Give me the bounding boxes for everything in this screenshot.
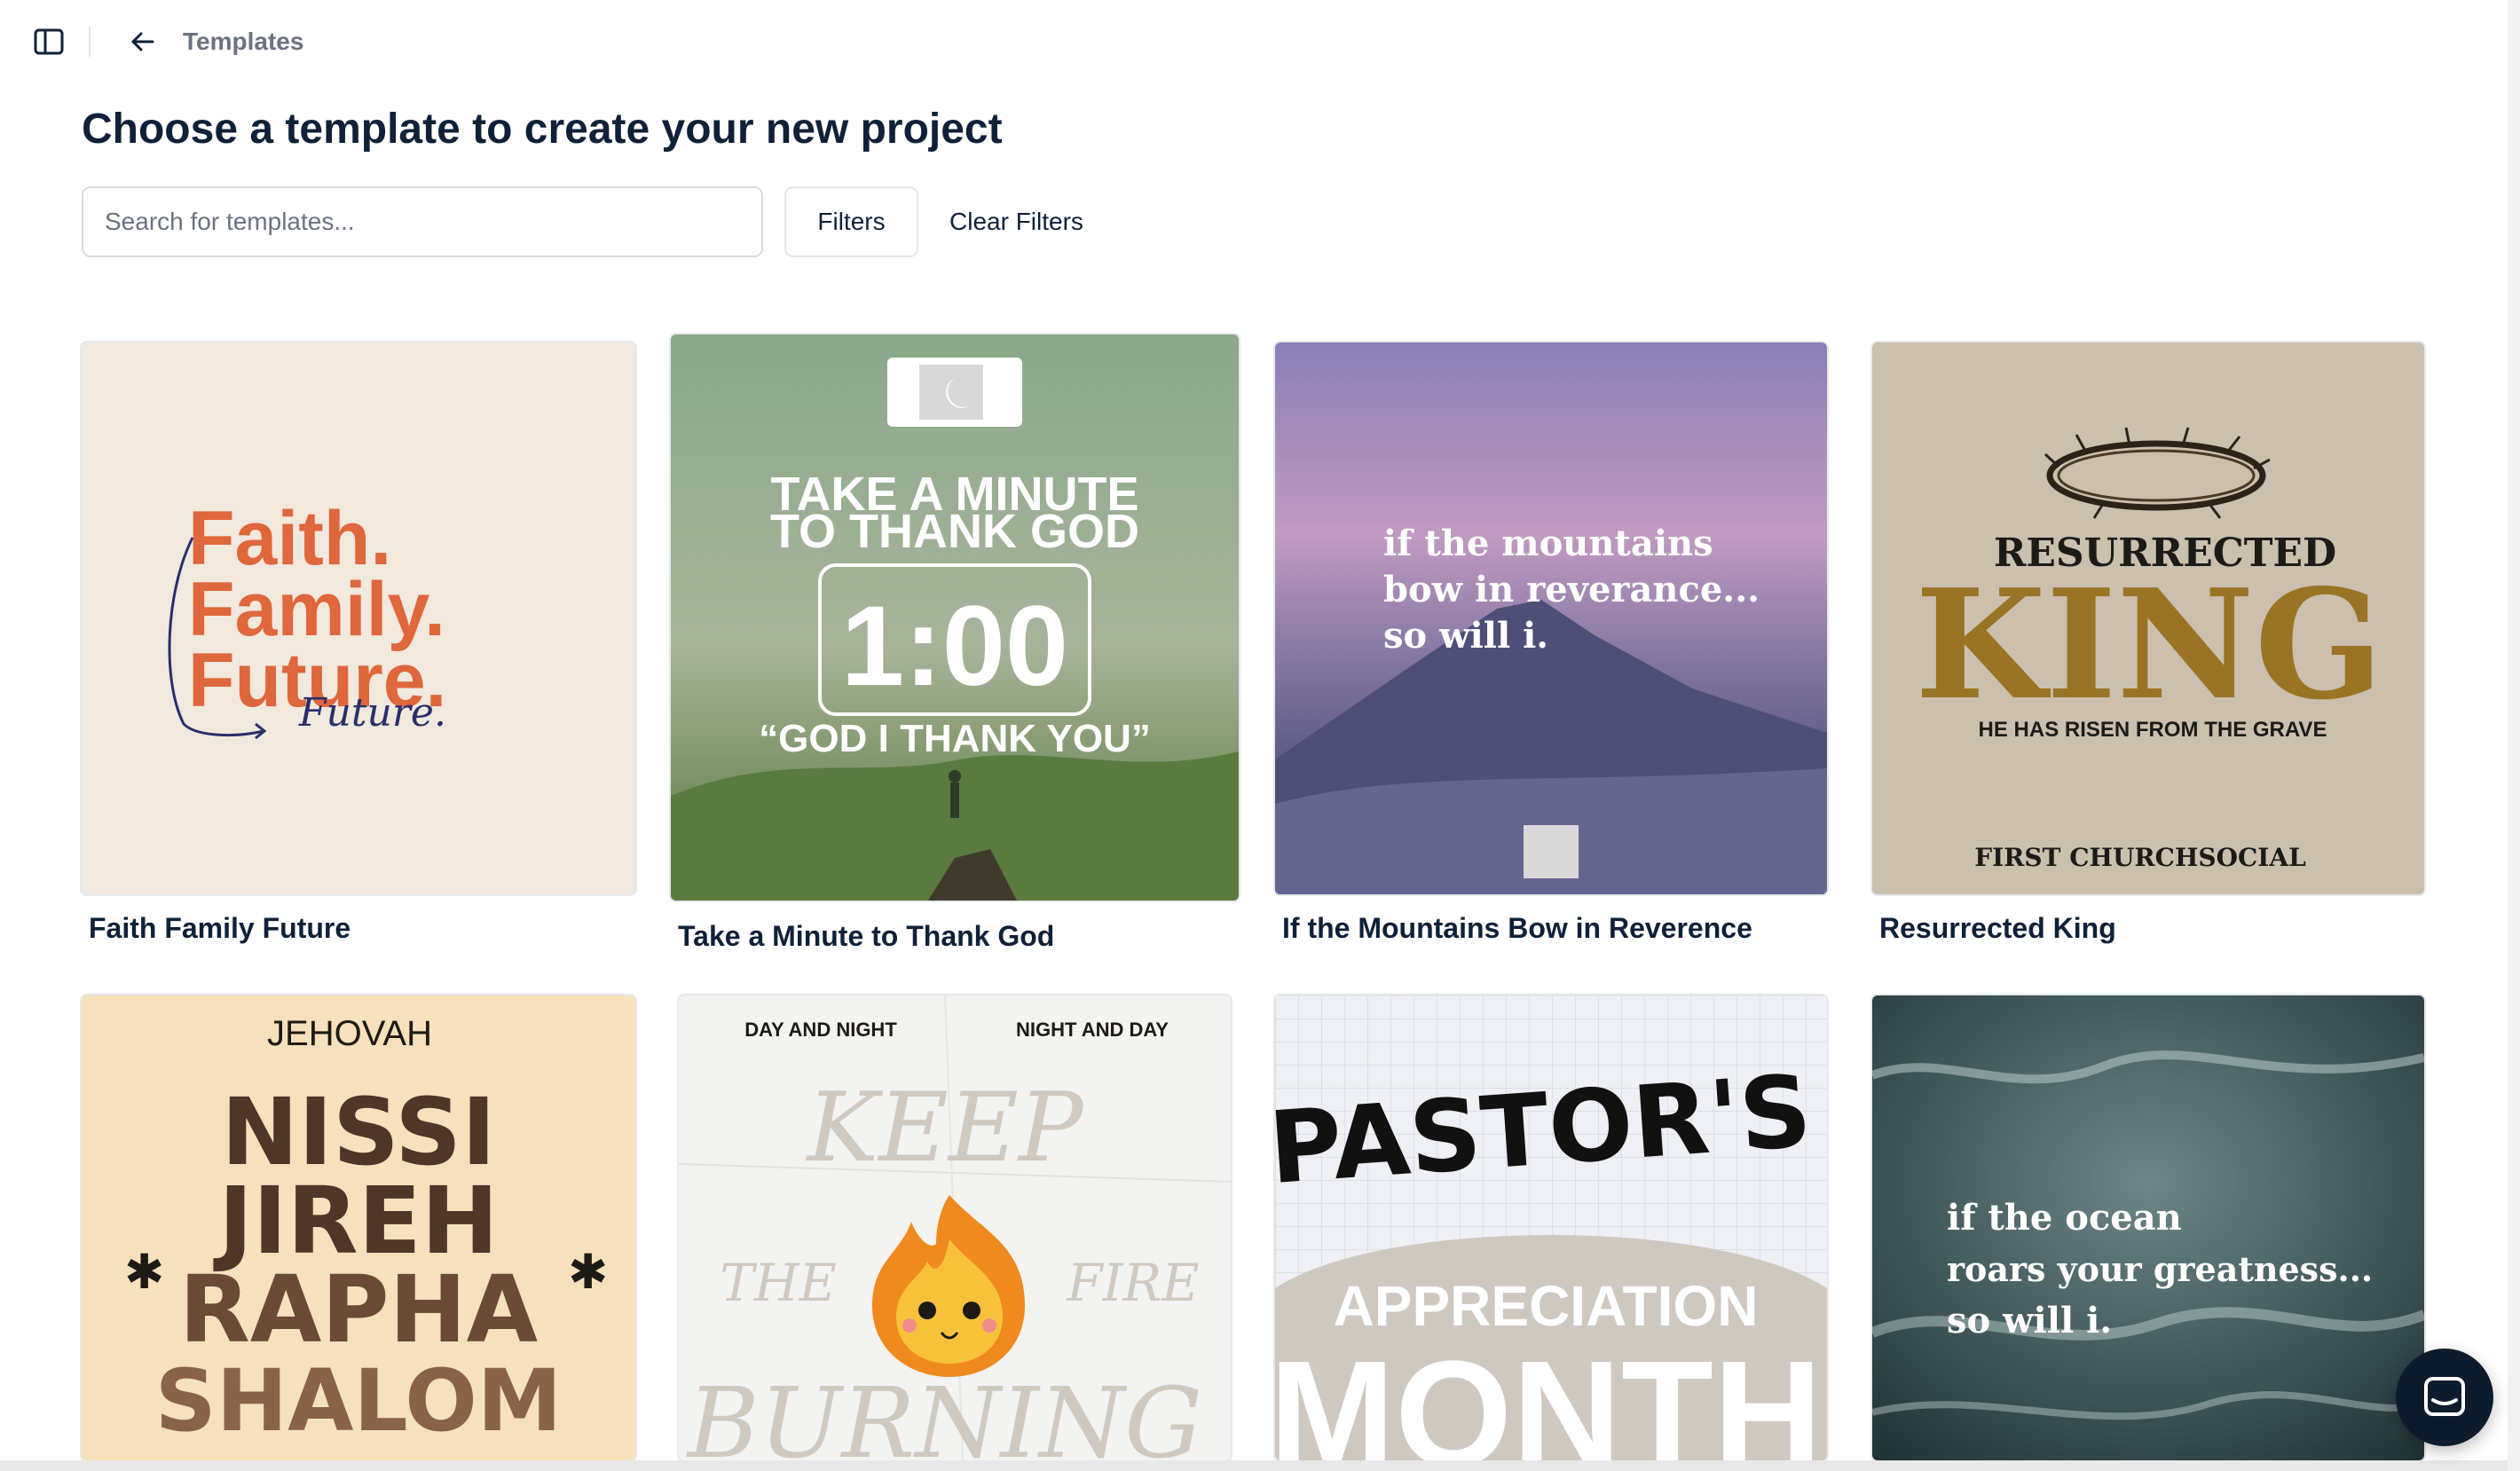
asterisk-icon: ✱ bbox=[568, 1244, 608, 1300]
toolbar-divider bbox=[89, 27, 91, 57]
template-thumbnail: if the ocean roars your greatness... so … bbox=[1872, 995, 2424, 1460]
fire-the: THE bbox=[720, 1253, 837, 1313]
jehovah-line-4: SHALOM bbox=[155, 1351, 563, 1451]
breadcrumb-templates: Templates bbox=[183, 28, 304, 55]
search-input[interactable] bbox=[82, 186, 763, 257]
template-thumbnail: Faith. Family. Future. Future. bbox=[82, 342, 635, 894]
fire-left-label: DAY AND NIGHT bbox=[744, 1019, 897, 1041]
ocean-line-3: so will i. bbox=[1947, 1300, 2112, 1341]
template-thumbnail: RESURRECTED KING HE HAS RISEN FROM THE G… bbox=[1872, 342, 2424, 894]
templates-page: { "header": { "breadcrumb": "Templates" … bbox=[0, 0, 2520, 1471]
sidebar-toggle-icon[interactable] bbox=[34, 28, 64, 55]
template-thumbnail: PASTOR'S APPRECIATION MONTH bbox=[1275, 995, 1827, 1460]
ocean-line-1: if the ocean bbox=[1947, 1197, 2182, 1239]
jehovah-line-3: RAPHA bbox=[179, 1255, 538, 1364]
minute-quote: “GOD I THANK YOU” bbox=[759, 717, 1151, 760]
filters-button[interactable]: Filters bbox=[784, 186, 918, 257]
clear-filters-button[interactable]: Clear Filters bbox=[949, 186, 1083, 257]
page-title: Choose a template to create your new pro… bbox=[82, 106, 1003, 153]
template-card-ocean[interactable]: if the ocean roars your greatness... so … bbox=[1872, 995, 2424, 1460]
minute-line-2: TO THANK GOD bbox=[770, 505, 1139, 558]
fire-keep: KEEP bbox=[805, 1073, 1084, 1184]
fire-right-label: NIGHT AND DAY bbox=[1016, 1019, 1169, 1041]
template-thumbnail: if the mountains bow in reverance... so … bbox=[1275, 342, 1827, 894]
template-label: If the Mountains Bow in Reverence bbox=[1282, 912, 1752, 944]
top-bar: Templates bbox=[0, 0, 2520, 85]
mountains-line-1: if the mountains bbox=[1383, 523, 1713, 564]
template-label: Faith Family Future bbox=[89, 912, 351, 944]
vertical-scrollbar[interactable] bbox=[2508, 0, 2520, 1471]
template-thumbnail: TAKE A MINUTE TO THANK GOD 1:00 “GOD I T… bbox=[671, 334, 1239, 901]
template-card-faith-family-future[interactable]: Faith. Family. Future. Future. Faith Fam… bbox=[82, 342, 635, 956]
pastors-bottom: MONTH bbox=[1275, 1330, 1823, 1460]
template-card-jehovah[interactable]: JEHOVAH NISSI JIREH RAPHA SHALOM ✱ ✱ bbox=[82, 995, 635, 1460]
jehovah-top: JEHOVAH bbox=[267, 1014, 432, 1053]
template-card-resurrected-king[interactable]: RESURRECTED KING HE HAS RISEN FROM THE G… bbox=[1872, 342, 2424, 956]
fire-fire: FIRE bbox=[1066, 1253, 1199, 1313]
template-card-take-a-minute[interactable]: TAKE A MINUTE TO THANK GOD 1:00 “GOD I T… bbox=[671, 334, 1239, 964]
logo-box bbox=[1524, 825, 1579, 878]
pastors-mid: APPRECIATION bbox=[1334, 1274, 1759, 1338]
template-card-mountains[interactable]: if the mountains bow in reverance... so … bbox=[1275, 342, 1827, 956]
timer-text: 1:00 bbox=[841, 583, 1068, 710]
template-label: Resurrected King bbox=[1879, 912, 2116, 944]
template-thumbnail: DAY AND NIGHT NIGHT AND DAY KEEP THE FIR… bbox=[679, 995, 1231, 1460]
faith-script: Future. bbox=[298, 690, 446, 736]
king-big: KING bbox=[1915, 556, 2383, 734]
king-sub: HE HAS RISEN FROM THE GRAVE bbox=[1979, 718, 2327, 742]
ocean-line-2: roars your greatness... bbox=[1947, 1249, 2373, 1289]
mountains-line-3: so will i. bbox=[1383, 615, 1548, 657]
horizontal-scrollbar[interactable] bbox=[0, 1460, 2508, 1471]
chat-icon bbox=[2424, 1377, 2465, 1416]
king-footer: FIRST CHURCHSOCIAL bbox=[1974, 843, 2306, 872]
template-card-keep-the-fire[interactable]: DAY AND NIGHT NIGHT AND DAY KEEP THE FIR… bbox=[679, 995, 1231, 1460]
template-label: Take a Minute to Thank God bbox=[678, 920, 1055, 952]
template-thumbnail: JEHOVAH NISSI JIREH RAPHA SHALOM ✱ ✱ bbox=[82, 995, 635, 1460]
chat-button[interactable] bbox=[2396, 1349, 2493, 1446]
template-card-pastors-appreciation[interactable]: PASTOR'S APPRECIATION MONTH bbox=[1275, 995, 1827, 1460]
asterisk-icon: ✱ bbox=[124, 1244, 164, 1300]
fire-burning: BURNING bbox=[686, 1366, 1202, 1460]
mountains-line-2: bow in reverance... bbox=[1383, 569, 1760, 610]
arrow-left-icon[interactable] bbox=[128, 27, 158, 57]
